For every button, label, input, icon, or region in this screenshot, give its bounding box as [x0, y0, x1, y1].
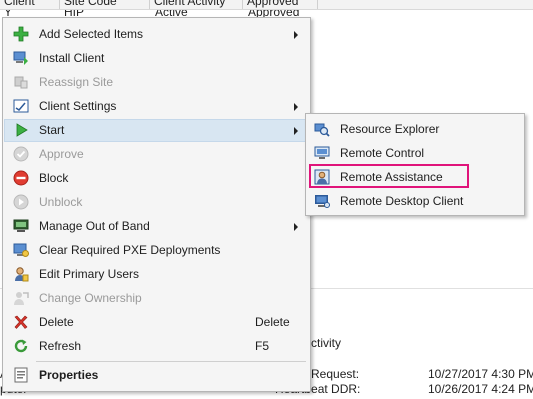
request-value: 10/27/2017 4:30 PM: [428, 367, 533, 381]
menu-item-reassign-site[interactable]: Reassign Site: [4, 71, 309, 94]
menu-item-label: Install Client: [39, 51, 105, 65]
submenu-item-label: Remote Control: [340, 146, 425, 160]
menu-item-change-ownership[interactable]: Change Ownership: [4, 287, 309, 310]
column-header-bar: Client Site Code Client Activity Approve…: [0, 0, 533, 10]
menu-item-approve[interactable]: Approve: [4, 143, 309, 166]
menu-item-label: Clear Required PXE Deployments: [39, 243, 221, 257]
menu-item-edit-primary-users[interactable]: Edit Primary Users: [4, 263, 309, 286]
menu-item-add-selected-items[interactable]: Add Selected Items: [4, 23, 309, 46]
menu-item-label: Manage Out of Band: [39, 219, 150, 233]
menu-item-label: Refresh: [39, 339, 82, 353]
menu-item-label: Change Ownership: [39, 291, 142, 305]
remote-control-icon: [314, 145, 330, 161]
menu-item-start[interactable]: Start: [4, 119, 309, 142]
menu-item-install-client[interactable]: Install Client: [4, 47, 309, 70]
menu-item-block[interactable]: Block: [4, 167, 309, 190]
menu-item-label: Block: [39, 171, 69, 185]
submenu-arrow-icon: [294, 103, 298, 111]
menu-item-label: Client Settings: [39, 99, 117, 113]
delete-x-icon: [13, 314, 29, 330]
change-ownership-icon: [13, 290, 29, 306]
column-header-approved[interactable]: Approved: [243, 0, 318, 9]
approve-check-icon: [13, 146, 29, 162]
menu-item-delete[interactable]: Delete Delete: [4, 311, 309, 334]
heartbeat-value: 10/26/2017 4:24 PM: [428, 382, 533, 396]
submenu-item-label: Remote Desktop Client: [340, 194, 464, 208]
menu-item-label: Edit Primary Users: [39, 267, 140, 281]
add-icon: [13, 26, 29, 42]
menu-item-unblock[interactable]: Unblock: [4, 191, 309, 214]
pxe-icon: [13, 242, 29, 258]
menu-item-label: Approve: [39, 147, 84, 161]
menu-item-manage-out-of-band[interactable]: Manage Out of Band: [4, 215, 309, 238]
start-submenu: Resource Explorer Remote Control Remote …: [305, 113, 525, 216]
column-header-client[interactable]: Client: [0, 0, 60, 9]
column-header-site-code[interactable]: Site Code: [60, 0, 150, 9]
resource-explorer-icon: [314, 121, 330, 137]
submenu-arrow-icon: [294, 31, 298, 39]
properties-icon: [13, 367, 29, 383]
block-icon: [13, 170, 29, 186]
column-header-client-activity[interactable]: Client Activity: [150, 0, 243, 9]
primary-users-icon: [13, 266, 29, 282]
menu-item-shortcut: F5: [255, 339, 270, 353]
menu-item-client-settings[interactable]: Client Settings: [4, 95, 309, 118]
menu-item-label: Unblock: [39, 195, 83, 209]
submenu-item-resource-explorer[interactable]: Resource Explorer: [307, 118, 523, 141]
menu-item-label: Properties: [39, 368, 99, 382]
submenu-item-remote-control[interactable]: Remote Control: [307, 142, 523, 165]
submenu-arrow-icon: [294, 223, 298, 231]
submenu-item-remote-desktop-client[interactable]: Remote Desktop Client: [307, 190, 523, 213]
install-client-icon: [13, 50, 29, 66]
menu-item-properties[interactable]: Properties: [4, 364, 309, 387]
menu-item-label: Reassign Site: [39, 75, 114, 89]
submenu-arrow-icon: [294, 127, 298, 135]
activity-heading: ctivity: [311, 336, 341, 350]
start-play-icon: [13, 122, 29, 138]
context-menu: Add Selected Items Install Client Reassi…: [2, 17, 311, 392]
refresh-icon: [13, 338, 29, 354]
menu-separator: [36, 361, 306, 362]
remote-desktop-icon: [314, 193, 330, 209]
unblock-icon: [13, 194, 29, 210]
request-label: Request:: [311, 367, 360, 381]
menu-item-label: Add Selected Items: [39, 27, 144, 41]
out-of-band-icon: [13, 218, 29, 234]
menu-item-label: Delete: [39, 315, 74, 329]
menu-item-refresh[interactable]: Refresh F5: [4, 335, 309, 358]
menu-item-clear-pxe[interactable]: Clear Required PXE Deployments: [4, 239, 309, 262]
menu-item-label: Start: [39, 123, 65, 137]
submenu-item-label: Resource Explorer: [340, 122, 440, 136]
reassign-site-icon: [13, 74, 29, 90]
client-settings-icon: [13, 98, 29, 114]
menu-item-shortcut: Delete: [255, 315, 290, 329]
remote-assistance-highlight: [309, 164, 469, 188]
